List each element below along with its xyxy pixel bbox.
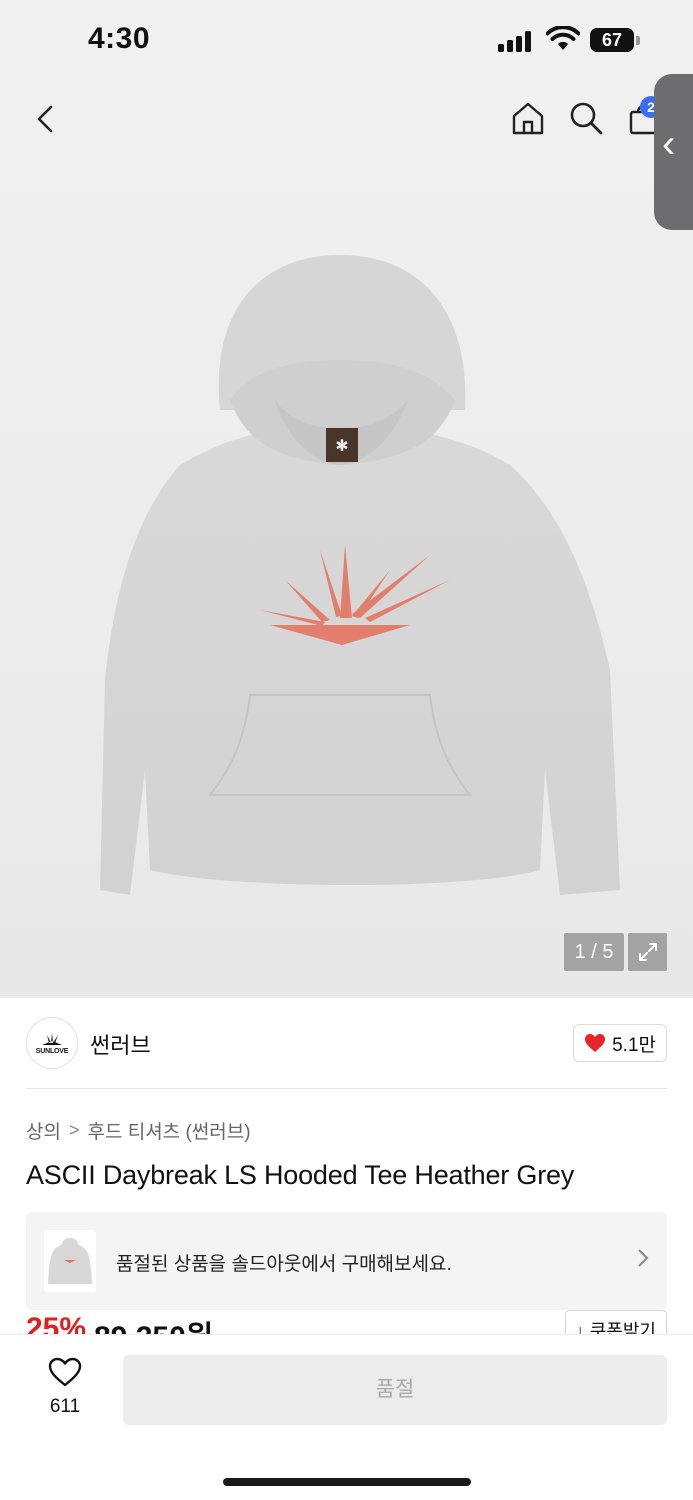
back-icon[interactable] — [22, 96, 68, 142]
heart-outline-icon — [48, 1357, 82, 1387]
soldout-banner[interactable]: 품절된 상품을 솔드아웃에서 구매해보세요. — [26, 1212, 667, 1310]
coupon-button[interactable]: ↓ 쿠폰받기 — [564, 1310, 667, 1334]
breadcrumb-subcategory[interactable]: 후드 티셔츠 (썬러브) — [87, 1117, 250, 1144]
sale-price: 89,250원 — [94, 1312, 213, 1334]
search-icon[interactable] — [564, 96, 608, 140]
price-row: 25% 89,250원 ↓ 쿠폰받기 — [26, 1310, 667, 1334]
soldout-thumbnail — [44, 1230, 96, 1292]
soldout-purchase-button: 품절 — [123, 1355, 667, 1425]
breadcrumb-category[interactable]: 상의 — [26, 1117, 61, 1144]
brand-logo-text: SUNLOVE — [35, 1047, 69, 1055]
wishlist-count: 611 — [49, 1396, 81, 1417]
wishlist-button[interactable]: 611 — [40, 1357, 90, 1418]
heart-filled-icon — [585, 1034, 606, 1052]
battery-indicator: 67 — [590, 28, 634, 52]
status-time: 4:30 — [88, 22, 151, 55]
home-icon[interactable] — [506, 96, 550, 140]
sun-logo-icon — [42, 1032, 62, 1045]
product-image: ✱ — [100, 255, 620, 895]
discount-rate: 25% — [26, 1312, 87, 1334]
divider — [26, 1088, 667, 1089]
breadcrumb: 상의 > 후드 티셔츠 (썬러브) — [26, 1117, 251, 1144]
cellular-signal-icon — [498, 30, 536, 52]
brand-logo[interactable]: SUNLOVE — [26, 1017, 78, 1069]
chevron-right-icon — [637, 1248, 649, 1274]
status-bar: 4:30 67 — [0, 0, 693, 84]
breadcrumb-separator: > — [68, 1120, 80, 1140]
brand-like-count: 5.1만 — [612, 1034, 656, 1056]
wifi-icon — [546, 26, 580, 50]
chevron-left-icon[interactable]: ‹ — [662, 124, 675, 164]
brand-row[interactable]: SUNLOVE 썬러브 5.1만 — [26, 1016, 667, 1072]
product-title: ASCII Daybreak LS Hooded Tee Heather Gre… — [26, 1160, 575, 1190]
soldout-banner-text: 품절된 상품을 솔드아웃에서 구매해보세요. — [116, 1254, 452, 1275]
image-pager: 1 / 5 — [564, 933, 624, 971]
brand-like-button[interactable]: 5.1만 — [573, 1024, 667, 1062]
brand-name[interactable]: 썬러브 — [90, 1028, 151, 1060]
bottom-action-bar: 611 품절 — [0, 1334, 693, 1500]
home-indicator — [223, 1478, 471, 1486]
battery-tip — [636, 36, 640, 45]
product-image-gallery[interactable]: 4:30 67 2 ‹ ✱ 1 / 5 — [0, 0, 693, 998]
expand-icon[interactable] — [628, 933, 667, 971]
svg-text:✱: ✱ — [335, 436, 348, 455]
